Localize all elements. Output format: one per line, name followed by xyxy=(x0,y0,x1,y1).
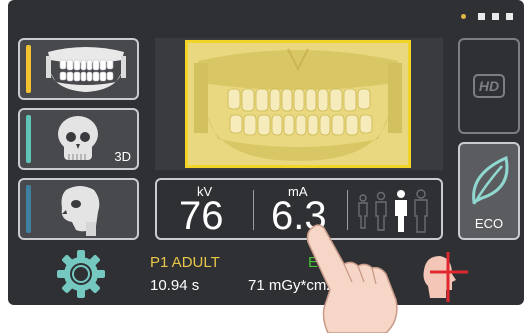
exposure-time: 10.94 s xyxy=(150,277,200,294)
eco-label: ECO xyxy=(474,216,504,231)
patient-profile-label: P1 ADULT xyxy=(150,254,220,271)
skull-side-icon xyxy=(61,186,100,236)
mode-button-panoramic[interactable] xyxy=(18,38,139,100)
active-page-dot xyxy=(461,14,466,19)
eco-button[interactable]: ECO xyxy=(458,142,520,240)
kv-value[interactable]: 76 xyxy=(179,194,224,239)
mode-3d-label: 3D xyxy=(114,149,131,164)
xray-preview-panel xyxy=(155,38,443,170)
page-dot[interactable] xyxy=(506,13,513,20)
panoramic-jaw-icon xyxy=(46,47,126,92)
mode-accent-bar xyxy=(26,115,31,163)
hd-label: HD xyxy=(473,74,505,98)
panoramic-xray-image xyxy=(194,48,402,161)
hand-pointer-icon xyxy=(306,224,398,333)
mode-button-cephalometric[interactable] xyxy=(18,178,139,240)
leaf-icon xyxy=(472,155,509,205)
page-dot[interactable] xyxy=(478,13,485,20)
head-positioning-icon[interactable] xyxy=(416,250,470,302)
mode-accent-bar xyxy=(26,185,31,233)
separator xyxy=(253,190,254,230)
mode-accent-bar xyxy=(26,45,31,93)
mode-button-3d[interactable]: 3D xyxy=(18,108,139,170)
page-dot[interactable] xyxy=(492,13,499,20)
device-screen: 3D kV 76 mA 6.3 HD ECO P1 ADULT 10.94 s … xyxy=(8,0,524,305)
xray-preview-image xyxy=(185,40,411,168)
gear-icon[interactable] xyxy=(55,248,107,300)
top-bar xyxy=(8,0,524,30)
hd-button[interactable]: HD xyxy=(458,38,520,134)
